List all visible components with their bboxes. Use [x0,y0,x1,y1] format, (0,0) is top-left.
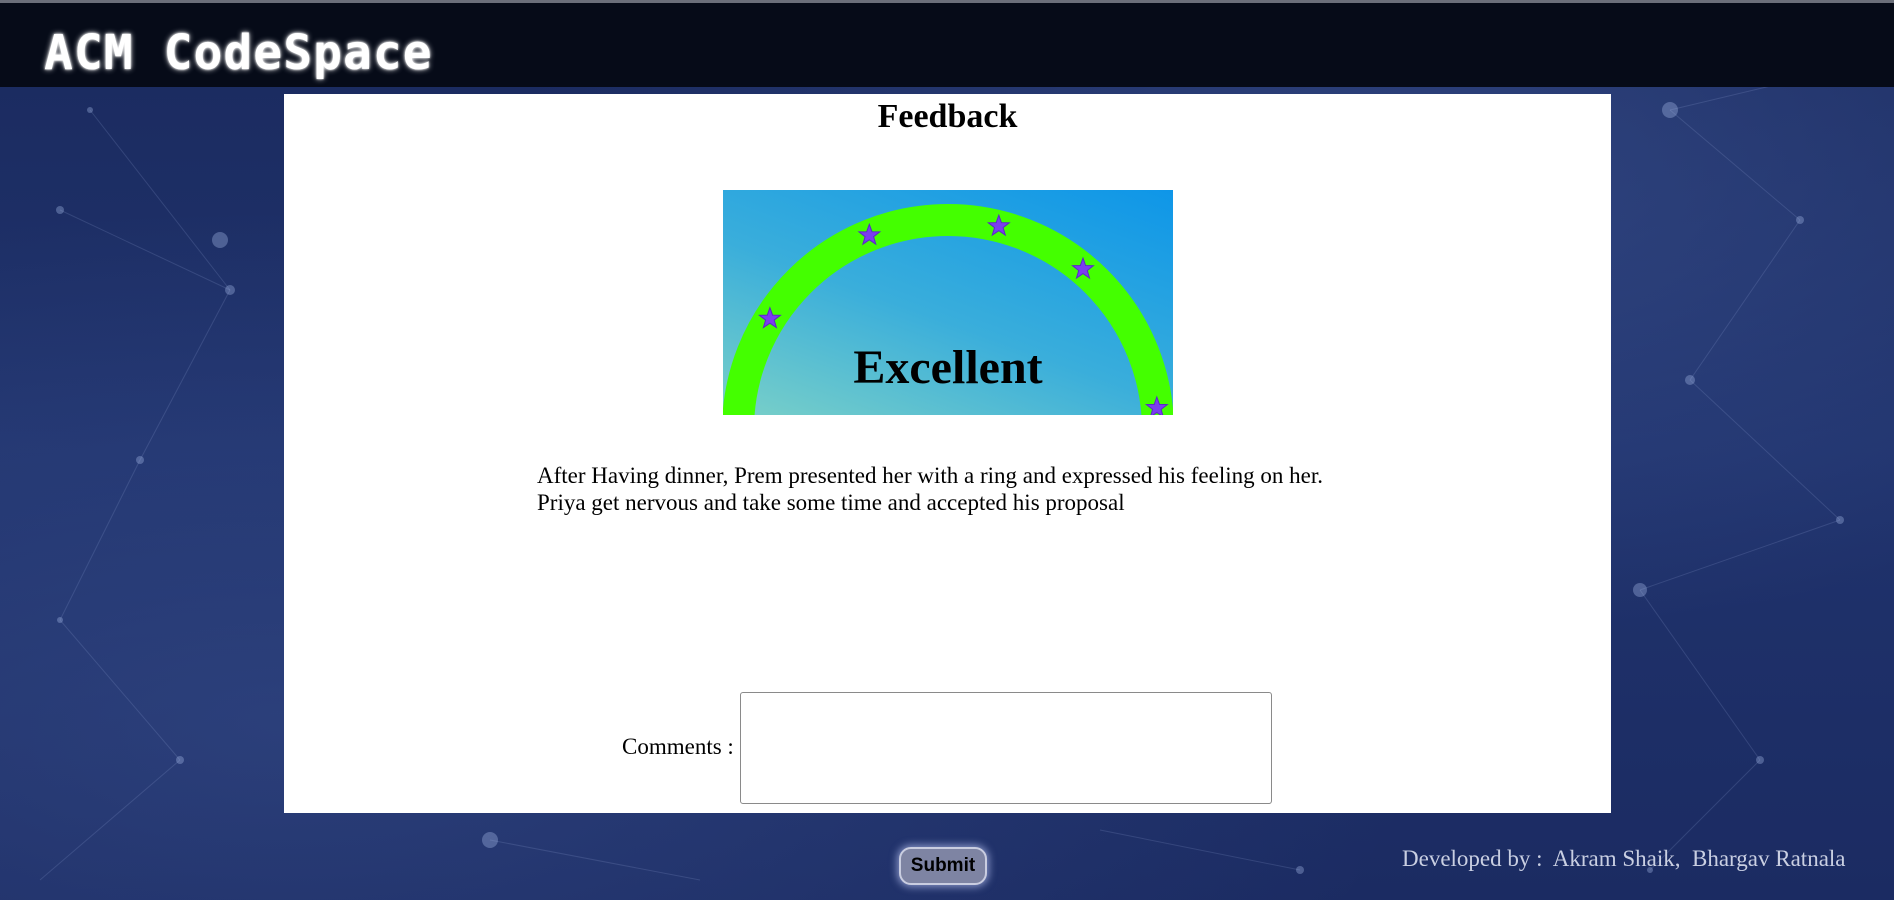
story-text: After Having dinner, Prem presented her … [537,462,1437,516]
page-title: Feedback [877,98,1018,135]
top-header-bar: ACM CodeSpace [0,0,1894,87]
story-line: After Having dinner, Prem presented her … [537,463,1323,488]
app-title: ACM CodeSpace [44,25,433,81]
comments-input[interactable] [740,692,1272,804]
story-line: Priya get nervous and take some time and… [537,490,1125,515]
feedback-panel: Feedback Excellent After Having dinner, … [284,94,1611,813]
rating-label: Excellent [853,341,1043,394]
rating-card: Excellent [723,190,1173,415]
comments-label: Comments : [622,734,734,759]
submit-button[interactable]: Submit [899,847,987,885]
developer-credits: Developed by : Akram Shaik, Bhargav Ratn… [1402,846,1846,871]
